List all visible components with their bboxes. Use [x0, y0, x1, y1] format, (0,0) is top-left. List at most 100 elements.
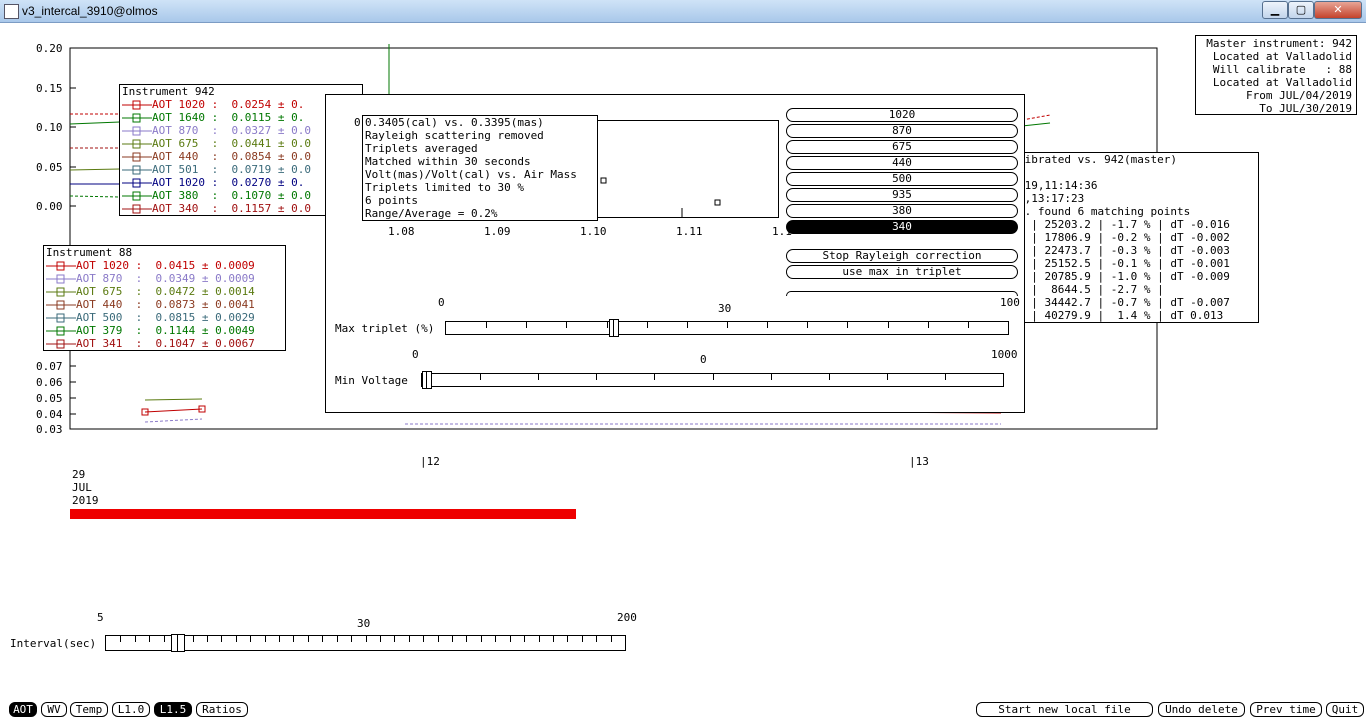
wavelength-button-440[interactable]: 440 — [786, 156, 1018, 170]
legend-label: AOT 870 : 0.0349 ± 0.0009 — [76, 272, 255, 285]
max-triplet-max-label: 100 — [1000, 296, 1020, 309]
wavelength-button-935[interactable]: 935 — [786, 188, 1018, 202]
mode-button-l10[interactable]: L1.0 — [112, 702, 150, 717]
legend-label: AOT 380 : 0.1070 ± 0.0 — [152, 189, 311, 202]
legend-label: AOT 1020 : 0.0270 ± 0. — [152, 176, 305, 189]
slider-tick — [767, 322, 768, 328]
legend-label: AOT 341 : 0.1047 ± 0.0067 — [76, 337, 255, 350]
slider-tick — [713, 374, 714, 380]
use-max-triplet-button[interactable]: use max in triplet — [786, 265, 1018, 279]
slider-tick — [279, 636, 280, 642]
calibration-line: 5 | 20785.9 | -1.0 % | dT -0.009 — [1018, 270, 1230, 283]
wavelength-button-675[interactable]: 675 — [786, 140, 1018, 154]
maximize-button[interactable]: ▢ — [1288, 1, 1314, 19]
max-triplet-mid-label: 30 — [718, 302, 732, 315]
wavelength-button-500[interactable]: 500 — [786, 172, 1018, 186]
slider-tick — [888, 322, 889, 328]
slider-tick — [968, 322, 969, 328]
interval-thumb[interactable] — [171, 634, 185, 652]
slider-tick — [164, 636, 165, 642]
slider-tick — [480, 374, 481, 380]
close-button[interactable]: ✕ — [1314, 1, 1362, 19]
slider-tick — [687, 322, 688, 328]
title-bar: v3_intercal_3910@olmos ▁ ▢ ✕ — [0, 0, 1366, 23]
legend-label: AOT 340 : 0.1157 ± 0.0 — [152, 202, 311, 215]
hidden-button[interactable] — [786, 291, 1018, 296]
wavelength-button-340[interactable]: 340 — [786, 220, 1018, 234]
max-triplet-slider[interactable] — [445, 319, 1009, 337]
maximize-icon: ▢ — [1295, 3, 1307, 16]
slider-tick — [928, 322, 929, 328]
wavelength-button-870[interactable]: 870 — [786, 124, 1018, 138]
interval-slider[interactable] — [105, 634, 626, 652]
slider-tick — [409, 636, 410, 642]
slider-tick — [647, 322, 648, 328]
slider-tick — [221, 636, 222, 642]
calibration-line: 9,13:17:23 — [1018, 192, 1085, 205]
mode-button-temp[interactable]: Temp — [70, 702, 108, 717]
master-info-line: Located at Valladolid — [1212, 76, 1352, 89]
slider-tick — [250, 636, 251, 642]
slider-tick — [236, 636, 237, 642]
slider-tick — [829, 374, 830, 380]
series-marker-icon — [46, 298, 76, 311]
calibration-dialog[interactable]: 0 0.3405(cal) vs. 0.3395(mas) Rayleigh sc… — [325, 94, 1025, 413]
stop-rayleigh-button[interactable]: Stop Rayleigh correction — [786, 249, 1018, 263]
mode-button-aot[interactable]: AOT — [9, 702, 37, 717]
y-tick-label: 0.10 — [36, 121, 63, 134]
y-tick-label: 0.06 — [36, 376, 63, 389]
min-voltage-thumb[interactable] — [422, 371, 432, 389]
info-line: Triplets averaged — [365, 142, 478, 155]
series-marker-icon — [122, 124, 152, 137]
calibration-line: 019,11:14:36 — [1018, 179, 1098, 192]
window-title: v3_intercal_3910@olmos — [22, 4, 158, 18]
wavelength-button-1020[interactable]: 1020 — [786, 108, 1018, 122]
minimize-button[interactable]: ▁ — [1262, 1, 1288, 19]
slider-tick — [366, 636, 367, 642]
min-voltage-label: Min Voltage — [335, 374, 408, 387]
min-voltage-slider[interactable] — [421, 371, 1004, 389]
mode-button-ratios[interactable]: Ratios — [196, 702, 248, 717]
undo-delete-button[interactable]: Undo delete — [1158, 702, 1245, 717]
start-new-local-file-button[interactable]: Start new local file — [976, 702, 1153, 717]
calibration-results-panel: librated vs. 942(master) 019,11:14:36 9,13… — [1015, 152, 1259, 323]
y-tick-label: 0.00 — [36, 200, 63, 213]
legend-label: AOT 501 : 0.0719 ± 0.0 — [152, 163, 311, 176]
slider-tick — [466, 636, 467, 642]
slider-tick — [495, 636, 496, 642]
legend-label: AOT 379 : 0.1144 ± 0.0049 — [76, 324, 255, 337]
app-icon — [4, 4, 19, 19]
prev-time-button[interactable]: Prev time — [1250, 702, 1322, 717]
slider-tick — [135, 636, 136, 642]
y-tick-label: 0.05 — [36, 392, 63, 405]
slider-tick — [538, 374, 539, 380]
info-line: Rayleigh scattering removed — [365, 129, 544, 142]
legend-row: AOT 870 : 0.0327 ± 0.0 — [122, 124, 311, 137]
slider-tick — [596, 636, 597, 642]
x-tick-label: |13 — [909, 455, 929, 468]
x-tick-label: |12 — [420, 455, 440, 468]
slider-tick — [380, 636, 381, 642]
slider-tick — [887, 374, 888, 380]
master-info-line: To JUL/30/2019 — [1259, 102, 1352, 115]
slider-tick — [337, 636, 338, 642]
legend-row: AOT 340 : 0.1157 ± 0.0 — [122, 202, 311, 215]
quit-button[interactable]: Quit — [1326, 702, 1364, 717]
legend-row: AOT 1020 : 0.0415 ± 0.0009 — [46, 259, 255, 272]
legend-row: AOT 870 : 0.0349 ± 0.0009 — [46, 272, 255, 285]
series-marker-icon — [122, 137, 152, 150]
wavelength-button-380[interactable]: 380 — [786, 204, 1018, 218]
calibration-line: c. found 6 matching points — [1018, 205, 1191, 218]
instrument-88-legend: Instrument 88 AOT 1020 : 0.0415 ± 0.0009… — [43, 245, 286, 351]
info-line: Matched within 30 seconds — [365, 155, 531, 168]
series-marker-icon — [46, 311, 76, 324]
master-info-line: Will calibrate : 88 — [1212, 63, 1352, 76]
mini-y-label: 0 — [354, 116, 361, 129]
slider-tick — [582, 636, 583, 642]
mode-button-l15[interactable]: L1.5 — [154, 702, 192, 717]
progress-bar — [70, 509, 576, 519]
max-triplet-thumb[interactable] — [609, 319, 619, 337]
slider-tick — [351, 636, 352, 642]
slider-tick — [510, 636, 511, 642]
mode-button-wv[interactable]: WV — [41, 702, 67, 717]
